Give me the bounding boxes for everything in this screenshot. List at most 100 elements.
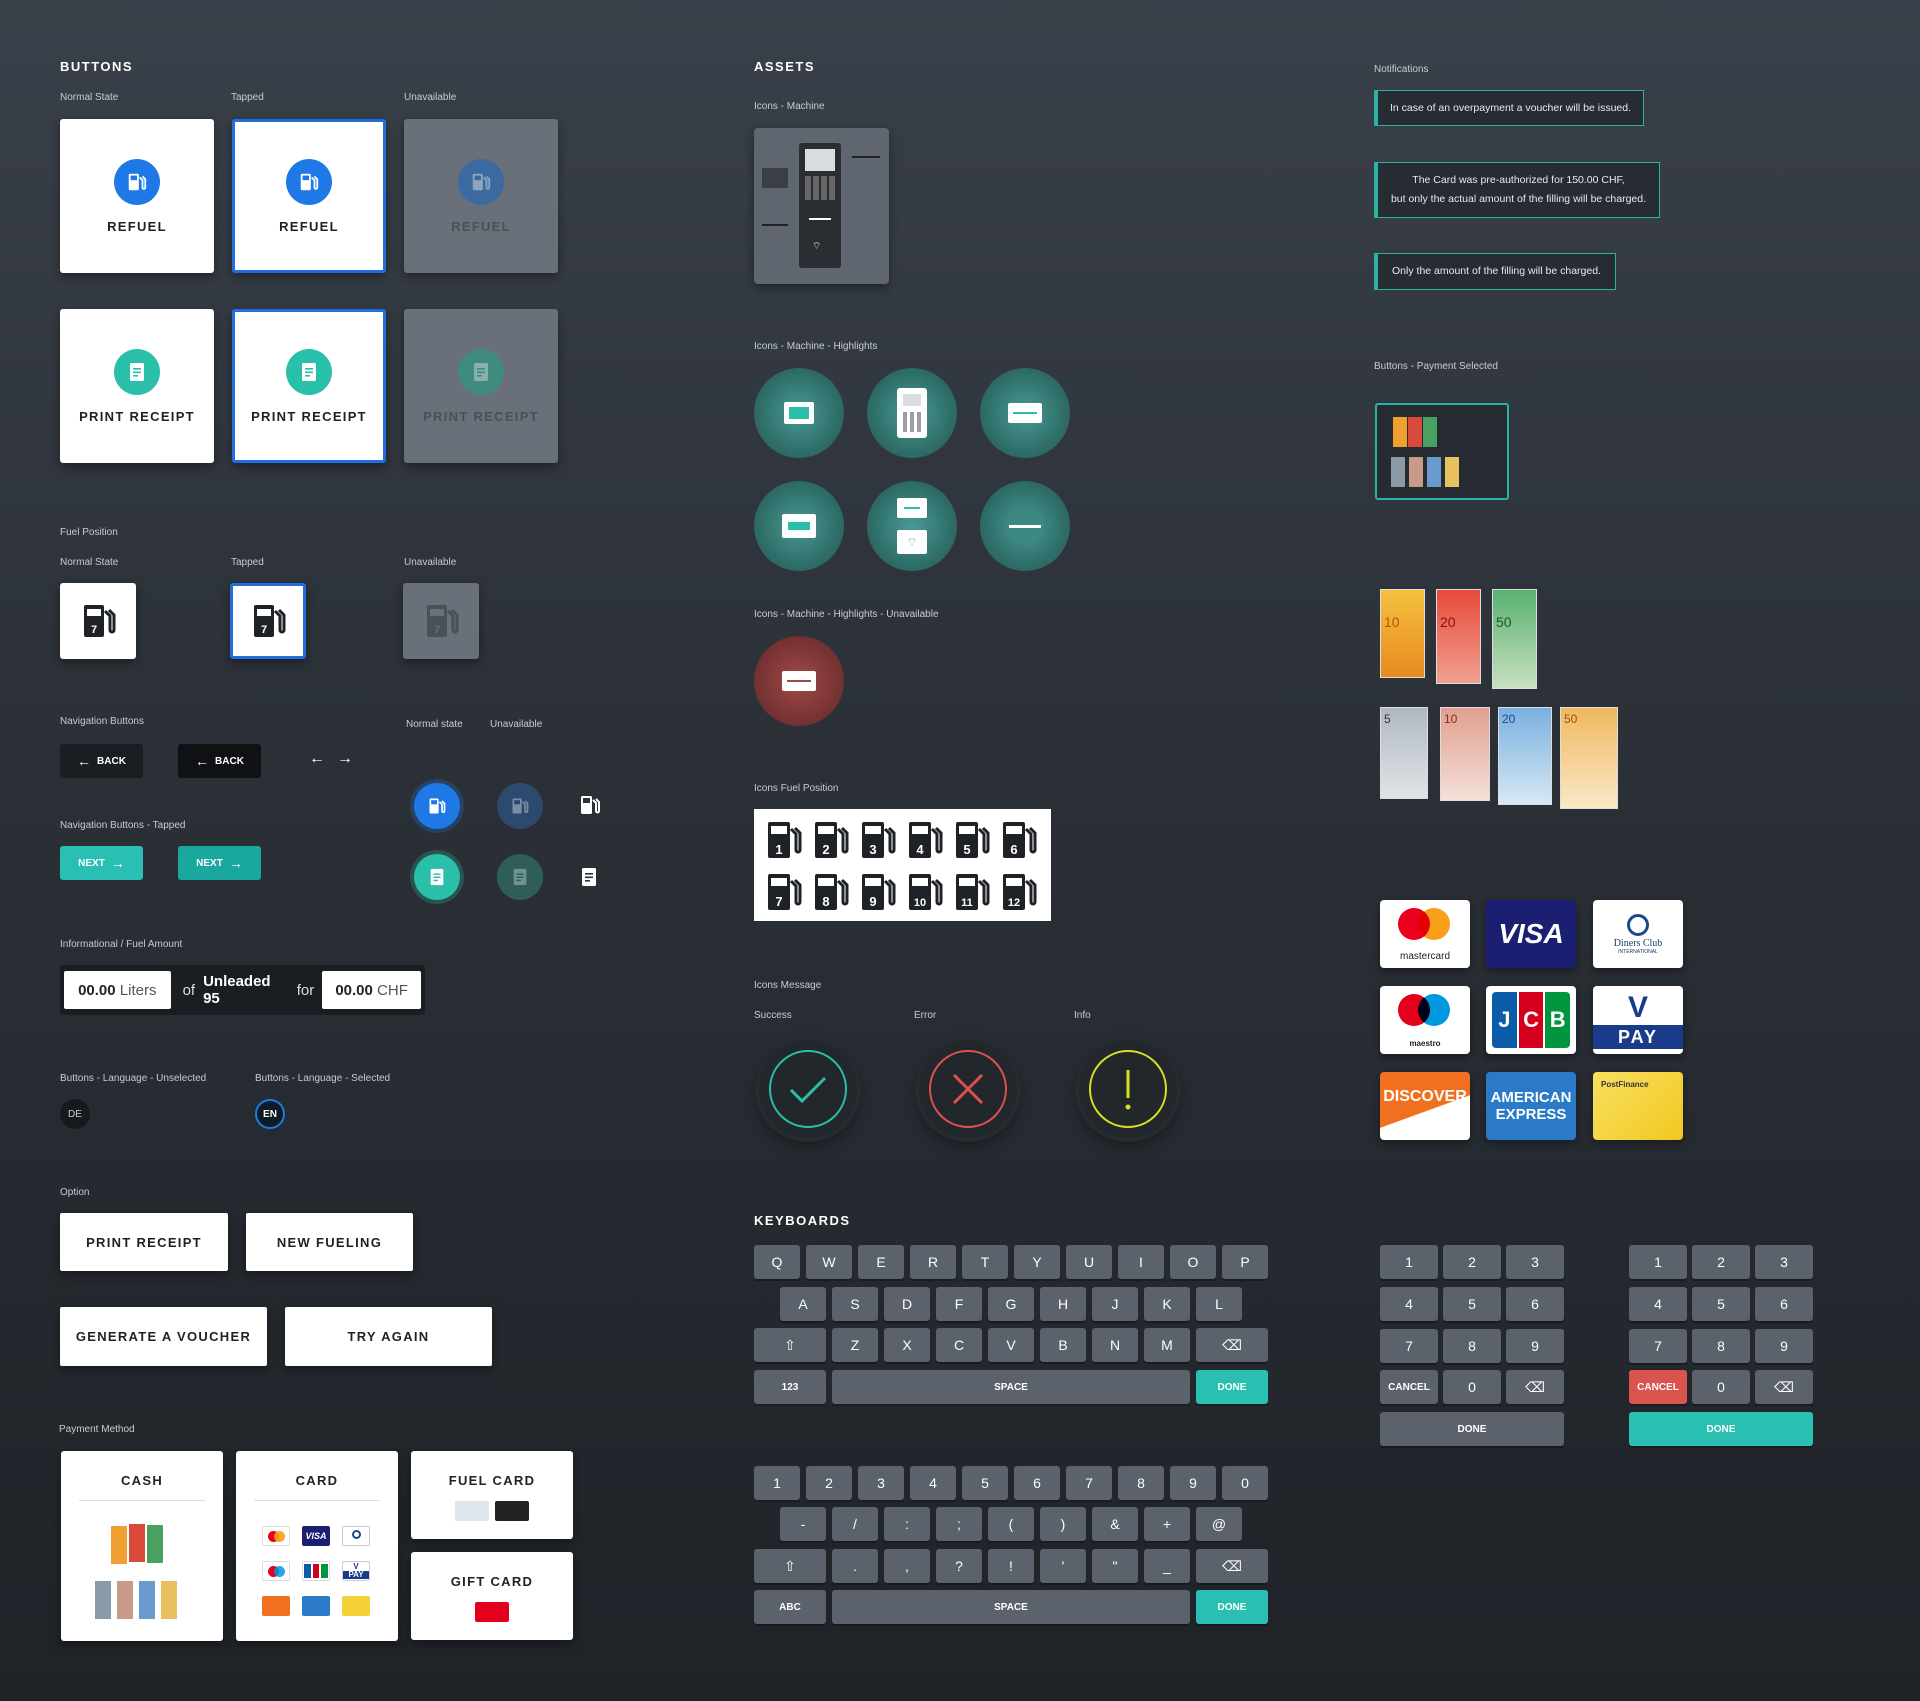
symbol-key[interactable]: ,: [884, 1549, 930, 1583]
key-w[interactable]: W: [806, 1245, 852, 1279]
pad-key-0[interactable]: 0: [1692, 1370, 1750, 1404]
symbol-key[interactable]: ;: [936, 1507, 982, 1541]
done-key[interactable]: DONE: [1196, 1590, 1268, 1624]
pad-key-1[interactable]: 1: [1380, 1245, 1438, 1279]
backspace-key[interactable]: ⌫: [1506, 1370, 1564, 1404]
pad-key-5[interactable]: 5: [1443, 1287, 1501, 1321]
new-fueling-button[interactable]: NEW FUELING: [246, 1213, 413, 1271]
done-key[interactable]: DONE: [1196, 1370, 1268, 1404]
key-0[interactable]: 0: [1222, 1466, 1268, 1500]
pad-key-3[interactable]: 3: [1506, 1245, 1564, 1279]
symbol-key[interactable]: -: [780, 1507, 826, 1541]
pad-key-6[interactable]: 6: [1755, 1287, 1813, 1321]
pad-key-0[interactable]: 0: [1443, 1370, 1501, 1404]
key-l[interactable]: L: [1196, 1287, 1242, 1321]
refuel-button[interactable]: REFUEL: [60, 119, 214, 273]
symbol-key[interactable]: &: [1092, 1507, 1138, 1541]
print-receipt-option-button[interactable]: PRINT RECEIPT: [60, 1213, 228, 1271]
key-4[interactable]: 4: [910, 1466, 956, 1500]
pad-key-3[interactable]: 3: [1755, 1245, 1813, 1279]
key-3[interactable]: 3: [858, 1466, 904, 1500]
key-v[interactable]: V: [988, 1328, 1034, 1362]
cash-button[interactable]: CASH: [61, 1451, 223, 1641]
pad-key-5[interactable]: 5: [1692, 1287, 1750, 1321]
back-button[interactable]: ← BACK: [60, 744, 143, 778]
symbol-key[interactable]: _: [1144, 1549, 1190, 1583]
print-receipt-button-tapped[interactable]: PRINT RECEIPT: [232, 309, 386, 463]
key-s[interactable]: S: [832, 1287, 878, 1321]
key-i[interactable]: I: [1118, 1245, 1164, 1279]
pad-key-6[interactable]: 6: [1506, 1287, 1564, 1321]
key-z[interactable]: Z: [832, 1328, 878, 1362]
pad-key-2[interactable]: 2: [1443, 1245, 1501, 1279]
gift-card-button[interactable]: GIFT CARD: [411, 1552, 573, 1640]
fuel-position-button-tapped[interactable]: 7: [230, 583, 306, 659]
pad-key-2[interactable]: 2: [1692, 1245, 1750, 1279]
key-2[interactable]: 2: [806, 1466, 852, 1500]
language-en-button[interactable]: EN: [255, 1099, 285, 1129]
symbol-key[interactable]: /: [832, 1507, 878, 1541]
key-b[interactable]: B: [1040, 1328, 1086, 1362]
pad-done-key[interactable]: DONE: [1380, 1412, 1564, 1446]
language-de-button[interactable]: DE: [60, 1099, 90, 1129]
key-n[interactable]: N: [1092, 1328, 1138, 1362]
pad-key-9[interactable]: 9: [1755, 1329, 1813, 1363]
key-8[interactable]: 8: [1118, 1466, 1164, 1500]
key-7[interactable]: 7: [1066, 1466, 1112, 1500]
arrow-right-icon[interactable]: →: [337, 750, 353, 768]
key-j[interactable]: J: [1092, 1287, 1138, 1321]
backspace-key[interactable]: ⌫: [1755, 1370, 1813, 1404]
symbol-key[interactable]: +: [1144, 1507, 1190, 1541]
key-e[interactable]: E: [858, 1245, 904, 1279]
key-1[interactable]: 1: [754, 1466, 800, 1500]
pad-key-4[interactable]: 4: [1380, 1287, 1438, 1321]
key-h[interactable]: H: [1040, 1287, 1086, 1321]
pad-key-4[interactable]: 4: [1629, 1287, 1687, 1321]
key-u[interactable]: U: [1066, 1245, 1112, 1279]
cancel-key[interactable]: CANCEL: [1380, 1370, 1438, 1404]
symbol-key[interactable]: .: [832, 1549, 878, 1583]
generate-voucher-button[interactable]: GENERATE A VOUCHER: [60, 1307, 267, 1366]
key-r[interactable]: R: [910, 1245, 956, 1279]
key-y[interactable]: Y: [1014, 1245, 1060, 1279]
space-key[interactable]: SPACE: [832, 1590, 1190, 1624]
numbers-key[interactable]: 123: [754, 1370, 826, 1404]
pad-key-8[interactable]: 8: [1692, 1329, 1750, 1363]
symbol-key[interactable]: ': [1040, 1549, 1086, 1583]
shift-key[interactable]: ⇧: [754, 1328, 826, 1362]
fuel-position-button[interactable]: 7: [60, 583, 136, 659]
shift-key[interactable]: ⇧: [754, 1549, 826, 1583]
cancel-key[interactable]: CANCEL: [1629, 1370, 1687, 1404]
key-p[interactable]: P: [1222, 1245, 1268, 1279]
key-a[interactable]: A: [780, 1287, 826, 1321]
pad-key-7[interactable]: 7: [1629, 1329, 1687, 1363]
key-o[interactable]: O: [1170, 1245, 1216, 1279]
key-g[interactable]: G: [988, 1287, 1034, 1321]
key-m[interactable]: M: [1144, 1328, 1190, 1362]
symbol-key[interactable]: ": [1092, 1549, 1138, 1583]
symbol-key[interactable]: ?: [936, 1549, 982, 1583]
back-button-tapped[interactable]: ← BACK: [178, 744, 261, 778]
try-again-button[interactable]: TRY AGAIN: [285, 1307, 492, 1366]
key-f[interactable]: F: [936, 1287, 982, 1321]
key-k[interactable]: K: [1144, 1287, 1190, 1321]
pad-done-key[interactable]: DONE: [1629, 1412, 1813, 1446]
symbol-key[interactable]: :: [884, 1507, 930, 1541]
arrow-left-icon[interactable]: ←: [309, 750, 325, 768]
print-receipt-button[interactable]: PRINT RECEIPT: [60, 309, 214, 463]
fuel-card-button[interactable]: FUEL CARD: [411, 1451, 573, 1539]
symbol-key[interactable]: !: [988, 1549, 1034, 1583]
abc-key[interactable]: ABC: [754, 1590, 826, 1624]
backspace-key[interactable]: ⌫: [1196, 1328, 1268, 1362]
next-button[interactable]: NEXT →: [60, 846, 143, 880]
key-5[interactable]: 5: [962, 1466, 1008, 1500]
key-c[interactable]: C: [936, 1328, 982, 1362]
pad-key-7[interactable]: 7: [1380, 1329, 1438, 1363]
pad-key-1[interactable]: 1: [1629, 1245, 1687, 1279]
key-d[interactable]: D: [884, 1287, 930, 1321]
refuel-button-tapped[interactable]: REFUEL: [232, 119, 386, 273]
space-key[interactable]: SPACE: [832, 1370, 1190, 1404]
key-9[interactable]: 9: [1170, 1466, 1216, 1500]
symbol-key[interactable]: (: [988, 1507, 1034, 1541]
next-button-tapped[interactable]: NEXT →: [178, 846, 261, 880]
